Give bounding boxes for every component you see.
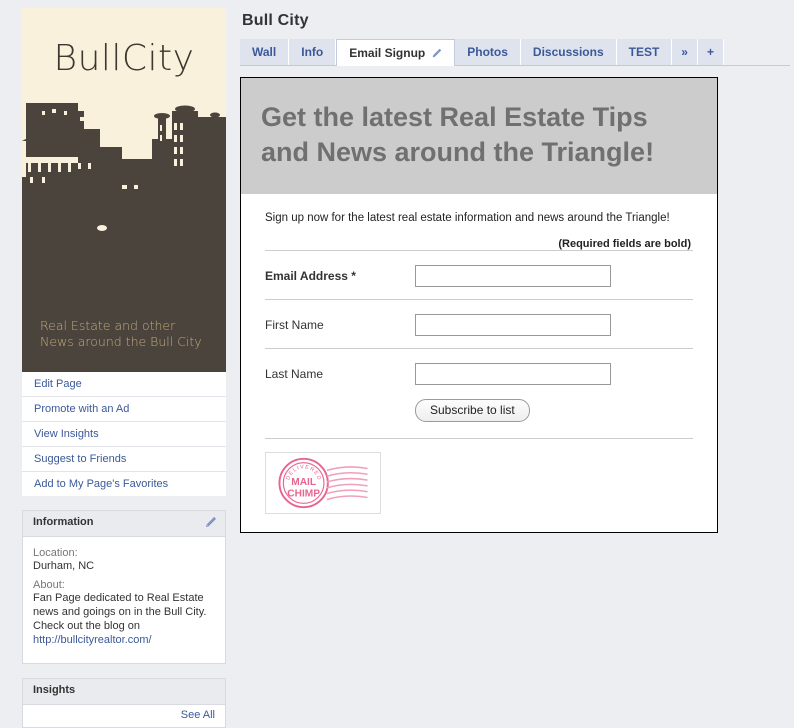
submit-row: Subscribe to list	[265, 397, 693, 436]
information-box-header: Information	[23, 511, 225, 537]
signup-form: Sign up now for the latest real estate i…	[241, 194, 717, 532]
tab-wall[interactable]: Wall	[240, 39, 290, 65]
email-field[interactable]	[415, 265, 611, 287]
about-value: Fan Page dedicated to Real Estate news a…	[33, 591, 215, 647]
sidebar: BullCity Real Estate and other News arou…	[22, 8, 226, 728]
about-blog-link[interactable]: http://bullcityrealtor.com/	[33, 634, 152, 646]
promo-headline: Get the latest Real Estate Tips and News…	[261, 102, 655, 167]
email-field-label: Email Address *	[265, 269, 356, 283]
field-row-last-name: Last Name	[265, 348, 693, 397]
profile-caption-line-2: News around the Bull City	[40, 334, 202, 349]
sidebar-item-view-insights[interactable]: View Insights	[22, 422, 226, 447]
badge-divider	[265, 438, 693, 439]
information-header-label: Information	[33, 516, 94, 528]
last-name-field-label: Last Name	[265, 367, 324, 381]
insights-see-all-link[interactable]: See All	[181, 709, 215, 721]
sidebar-item-edit-page[interactable]: Edit Page	[22, 372, 226, 397]
location-value: Durham, NC	[33, 560, 95, 572]
tab-info[interactable]: Info	[289, 39, 337, 65]
profile-logo-text: BullCity	[53, 38, 195, 79]
tabs-more-chevron-icon[interactable]: »	[672, 39, 698, 65]
edit-pencil-icon[interactable]	[204, 516, 217, 529]
svg-text:CHIMP: CHIMP	[287, 489, 320, 500]
email-signup-panel: Get the latest Real Estate Tips and News…	[240, 77, 718, 533]
field-row-first-name: First Name	[265, 299, 693, 348]
profile-caption: Real Estate and other News around the Bu…	[22, 296, 226, 372]
sidebar-item-promote-with-an-ad[interactable]: Promote with an Ad	[22, 397, 226, 422]
tab-discussions[interactable]: Discussions	[520, 39, 617, 65]
about-label: About:	[33, 579, 65, 591]
tab-test[interactable]: TEST	[616, 39, 673, 65]
add-tab-plus-icon[interactable]: +	[697, 39, 724, 65]
tab-email-signup-label: Email Signup	[349, 46, 426, 60]
required-fields-note: (Required fields are bold)	[558, 238, 691, 250]
last-name-field[interactable]	[415, 363, 611, 385]
tab-photos[interactable]: Photos	[455, 39, 521, 65]
profile-caption-line-1: Real Estate and other	[40, 318, 176, 333]
admin-links-list: Edit Page Promote with an Ad View Insigh…	[22, 372, 226, 496]
mailchimp-badge[interactable]: DELIVERED BY MAIL CHIMP	[265, 449, 381, 514]
svg-text:MAIL: MAIL	[291, 477, 316, 488]
mailchimp-postmark-icon: DELIVERED BY MAIL CHIMP	[265, 449, 368, 509]
sidebar-item-suggest-to-friends[interactable]: Suggest to Friends	[22, 447, 226, 472]
promo-header: Get the latest Real Estate Tips and News…	[241, 78, 717, 194]
sidebar-item-add-to-favorites[interactable]: Add to My Page's Favorites	[22, 472, 226, 496]
city-skyline-graphic	[22, 103, 226, 296]
location-label: Location:	[33, 547, 78, 559]
main-column: Bull City Wall Info Email Signup Photos …	[240, 10, 790, 533]
first-name-field[interactable]	[415, 314, 611, 336]
insights-header-label: Insights	[33, 684, 76, 696]
information-box: Information Location: Durham, NC About: …	[22, 510, 226, 664]
field-row-email: Email Address *	[265, 250, 693, 299]
first-name-field-label: First Name	[265, 318, 324, 332]
page-profile-picture[interactable]: BullCity Real Estate and other News arou…	[22, 8, 226, 372]
insights-box: Insights See All	[22, 678, 226, 728]
signup-intro-text: Sign up now for the latest real estate i…	[265, 212, 670, 224]
tab-email-signup[interactable]: Email Signup	[336, 39, 456, 66]
page-title: Bull City	[242, 12, 309, 29]
insights-box-header: Insights	[23, 679, 225, 705]
tab-edit-pencil-icon[interactable]	[431, 48, 442, 59]
tab-bar: Wall Info Email Signup Photos Discussion…	[240, 39, 790, 66]
about-text: Fan Page dedicated to Real Estate news a…	[33, 592, 207, 632]
subscribe-button[interactable]: Subscribe to list	[415, 399, 530, 422]
